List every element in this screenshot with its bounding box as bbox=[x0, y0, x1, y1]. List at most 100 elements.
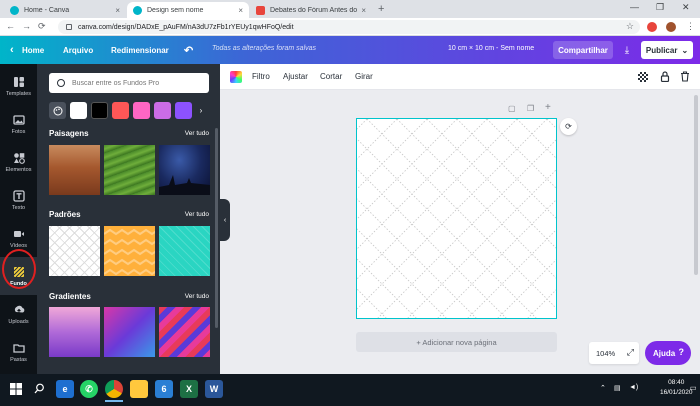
text-icon bbox=[12, 189, 25, 202]
section-title-landscapes: Paisagens bbox=[49, 129, 89, 138]
pattern-teal-thumbnail[interactable] bbox=[159, 226, 210, 276]
new-tab-button[interactable]: + bbox=[378, 3, 384, 15]
color-picker-button[interactable] bbox=[230, 71, 242, 83]
flip-button[interactable]: Girar bbox=[355, 72, 373, 81]
see-all-gradients-link[interactable]: Ver tudo bbox=[185, 293, 209, 300]
rail-item-photos[interactable]: Fotos bbox=[0, 105, 37, 143]
duplicate-page-icon[interactable]: ❐ bbox=[527, 104, 534, 113]
side-rail: Templates Fotos Elementos Texto Vídeos F… bbox=[0, 64, 37, 374]
close-tab-icon[interactable]: × bbox=[361, 6, 366, 15]
whatsapp-app-icon[interactable]: ✆ bbox=[80, 380, 98, 398]
chevron-right-icon[interactable]: › bbox=[196, 102, 206, 119]
download-icon[interactable]: ⤓ bbox=[618, 41, 636, 59]
fullscreen-icon[interactable]: ⤢ bbox=[627, 347, 634, 358]
tab-debates-forum[interactable]: Debates do Fórum Antes do car × bbox=[250, 2, 372, 18]
maximize-icon[interactable]: ❐ bbox=[656, 2, 664, 13]
collapse-panel-button[interactable]: ‹ bbox=[220, 199, 230, 241]
word-app-icon[interactable]: W bbox=[205, 380, 223, 398]
help-button[interactable]: Ajuda ? bbox=[645, 341, 691, 365]
forward-arrow-icon[interactable]: → bbox=[22, 21, 31, 31]
gradient-magenta-blue-thumbnail[interactable] bbox=[104, 307, 155, 357]
lock-icon[interactable] bbox=[659, 70, 671, 83]
swatch-purple[interactable] bbox=[175, 102, 192, 119]
close-window-icon[interactable]: ✕ bbox=[682, 2, 690, 13]
address-bar: ← → ⟳ canva.com/design/DADxE_pAuFM/nA3dU… bbox=[0, 18, 700, 36]
add-new-page-button[interactable]: + Adicionar nova página bbox=[356, 332, 557, 352]
tab-design-sem-nome[interactable]: Design sem nome × bbox=[127, 2, 249, 18]
resize-button[interactable]: Redimensionar bbox=[111, 36, 169, 64]
volume-icon[interactable]: ◄) bbox=[629, 384, 638, 391]
undo-icon[interactable]: ↶ bbox=[184, 36, 193, 64]
swatch-red[interactable] bbox=[112, 102, 129, 119]
windows-start-icon[interactable] bbox=[10, 383, 22, 395]
filter-button[interactable]: Filtro bbox=[252, 72, 270, 81]
diamond-pattern-background bbox=[357, 119, 556, 318]
bookmark-star-icon[interactable]: ☆ bbox=[626, 21, 634, 32]
app-6-icon[interactable]: 6 bbox=[155, 380, 173, 398]
canvas-scrollbar[interactable] bbox=[694, 95, 698, 275]
publish-button[interactable]: Publicar ⌄ bbox=[641, 41, 693, 59]
photos-icon bbox=[12, 114, 25, 125]
palette-icon[interactable] bbox=[49, 102, 66, 119]
see-all-patterns-link[interactable]: Ver tudo bbox=[185, 211, 209, 218]
add-page-icon[interactable]: + bbox=[545, 102, 551, 113]
reload-icon[interactable]: ⟳ bbox=[38, 21, 46, 32]
swatch-violet[interactable] bbox=[154, 102, 171, 119]
rail-item-text[interactable]: Texto bbox=[0, 181, 37, 219]
search-icon[interactable] bbox=[34, 383, 45, 394]
design-page[interactable] bbox=[356, 118, 557, 319]
landscape-hills-thumbnail[interactable] bbox=[104, 145, 155, 195]
url-field[interactable]: canva.com/design/DADxE_pAuFM/nA3dU7zFb1r… bbox=[58, 20, 640, 34]
see-all-landscapes-link[interactable]: Ver tudo bbox=[185, 130, 209, 137]
tab-home-canva[interactable]: Home - Canva × bbox=[4, 2, 126, 18]
profile-avatar[interactable] bbox=[666, 22, 676, 32]
rail-item-elements[interactable]: Elementos bbox=[0, 143, 37, 181]
search-box[interactable] bbox=[49, 73, 209, 93]
panel-scrollbar[interactable] bbox=[215, 128, 218, 328]
gradient-stripes-thumbnail[interactable] bbox=[159, 307, 210, 357]
extension-icon[interactable] bbox=[647, 22, 657, 32]
refresh-icon[interactable]: ⟳ bbox=[560, 118, 577, 135]
file-explorer-app-icon[interactable] bbox=[130, 380, 148, 398]
file-menu-button[interactable]: Arquivo bbox=[63, 36, 93, 64]
chrome-app-icon[interactable] bbox=[105, 380, 123, 402]
search-input[interactable] bbox=[72, 79, 202, 87]
heart-favicon-icon bbox=[256, 5, 265, 15]
note-icon[interactable]: ▢ bbox=[508, 104, 516, 113]
excel-app-icon[interactable]: X bbox=[180, 380, 198, 398]
landscape-desert-thumbnail[interactable] bbox=[49, 145, 100, 195]
close-tab-icon[interactable]: × bbox=[238, 6, 243, 15]
rail-item-folders[interactable]: Pastas bbox=[0, 333, 37, 371]
browser-menu-icon[interactable]: ⋮ bbox=[686, 21, 695, 32]
gradient-pink-purple-thumbnail[interactable] bbox=[49, 307, 100, 357]
close-tab-icon[interactable]: × bbox=[115, 6, 120, 15]
network-icon[interactable]: ▤ bbox=[614, 384, 621, 392]
landscape-night-sky-thumbnail[interactable] bbox=[159, 145, 210, 195]
tab-title: Debates do Fórum Antes do car bbox=[270, 6, 358, 14]
crop-button[interactable]: Cortar bbox=[320, 72, 342, 81]
share-button[interactable]: Compartilhar bbox=[553, 41, 613, 59]
notifications-icon[interactable]: ▭ bbox=[690, 384, 697, 392]
rail-label: Texto bbox=[11, 204, 26, 211]
trash-icon[interactable] bbox=[679, 70, 691, 83]
rail-item-templates[interactable]: Templates bbox=[0, 67, 37, 105]
upload-icon bbox=[14, 305, 24, 313]
adjust-button[interactable]: Ajustar bbox=[283, 72, 308, 81]
home-button[interactable]: Home bbox=[22, 36, 44, 64]
back-arrow-icon[interactable]: ← bbox=[6, 21, 15, 31]
minimize-icon[interactable]: — bbox=[630, 2, 639, 12]
transparency-icon[interactable] bbox=[638, 72, 648, 82]
back-chevron-icon[interactable]: ‹ bbox=[10, 36, 14, 64]
pattern-chevron-thumbnail[interactable] bbox=[103, 226, 159, 276]
rail-label: Pastas bbox=[10, 356, 27, 363]
swatch-pink[interactable] bbox=[133, 102, 150, 119]
zoom-control[interactable]: 104% ⤢ bbox=[589, 342, 639, 364]
edge-app-icon[interactable]: e bbox=[56, 380, 74, 398]
pattern-diamond-thumbnail[interactable] bbox=[49, 226, 100, 276]
system-clock[interactable]: 08:40 16/01/2020 bbox=[660, 378, 693, 398]
tray-chevron-icon[interactable]: ⌃ bbox=[600, 384, 606, 392]
swatch-white[interactable] bbox=[70, 102, 87, 119]
clock-time: 08:40 bbox=[668, 379, 685, 386]
rail-item-uploads[interactable]: Uploads bbox=[0, 295, 37, 333]
swatch-black[interactable] bbox=[91, 102, 108, 119]
